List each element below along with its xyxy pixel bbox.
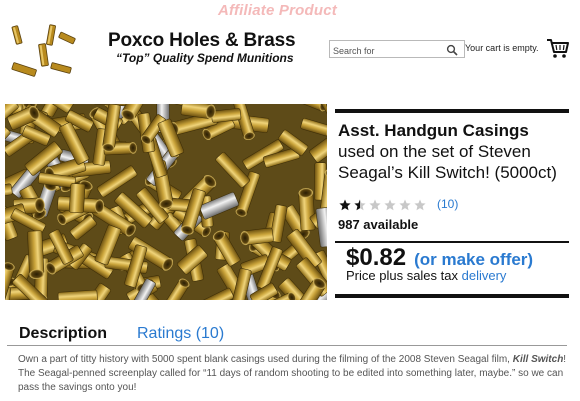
star-empty-icon — [369, 199, 381, 211]
logo-casings-icon — [11, 24, 76, 77]
search-input[interactable] — [330, 43, 442, 59]
search-icon[interactable] — [446, 44, 458, 56]
tab-bar: Description Ratings (10) — [7, 321, 567, 346]
tax-text: Price plus sales tax — [346, 268, 458, 283]
rating-stars[interactable] — [339, 199, 429, 211]
star-half-icon — [354, 199, 366, 211]
tax-note: Price plus sales tax delivery — [346, 268, 506, 283]
cart-status[interactable]: Your cart is empty. — [465, 43, 539, 53]
divider — [335, 241, 569, 243]
film-title: Kill Switch — [512, 354, 564, 365]
search-box[interactable] — [329, 40, 465, 59]
cart-icon[interactable] — [546, 36, 570, 60]
product-title: Asst. Handgun Casings used on the set of… — [338, 120, 570, 183]
description-text: Own a part of titty history with 5000 sp… — [18, 354, 513, 365]
star-icon — [339, 199, 351, 211]
brand: Poxco Holes & Brass “Top” Quality Spend … — [108, 31, 296, 66]
star-empty-icon — [384, 199, 396, 211]
make-offer-link[interactable]: (or make offer) — [414, 250, 533, 270]
product-photo[interactable] — [5, 104, 327, 300]
product-description: Own a part of titty history with 5000 sp… — [18, 353, 574, 395]
tab-description[interactable]: Description — [19, 325, 107, 343]
rating-count-link[interactable]: (10) — [437, 197, 458, 211]
brand-tagline: “Top” Quality Spend Munitions — [116, 51, 294, 65]
product-title-subtitle: used on the set of Steven Seagal’s Kill … — [338, 142, 557, 182]
delivery-link[interactable]: delivery — [462, 268, 507, 283]
product-info-panel: Asst. Handgun Casings used on the set of… — [335, 109, 569, 298]
availability: 987 available — [338, 217, 419, 232]
tab-ratings[interactable]: Ratings (10) — [137, 325, 224, 343]
affiliate-label: Affiliate Product — [218, 2, 337, 19]
product-title-main: Asst. Handgun Casings — [338, 121, 529, 140]
brand-name[interactable]: Poxco Holes & Brass — [108, 31, 296, 51]
star-empty-icon — [414, 199, 426, 211]
casings-image — [5, 104, 327, 300]
star-empty-icon — [399, 199, 411, 211]
